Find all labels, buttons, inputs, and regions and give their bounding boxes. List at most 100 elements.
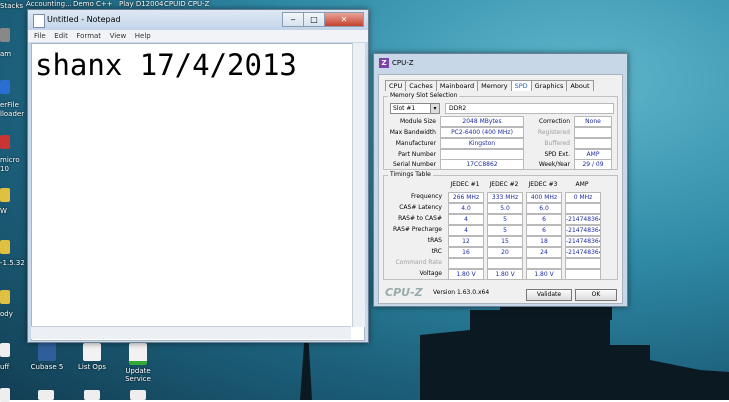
menu-help[interactable]: Help xyxy=(135,30,151,42)
app-icon[interactable] xyxy=(0,28,10,42)
timing-header: AMP xyxy=(575,181,589,188)
registered-value xyxy=(574,127,612,138)
cpuz-footer-logo: CPU-Z xyxy=(385,286,423,299)
timing-cell xyxy=(448,258,484,269)
folder-icon[interactable] xyxy=(0,188,10,202)
registered-label: Registered xyxy=(537,129,570,136)
left-label[interactable]: micro xyxy=(0,156,20,164)
timing-row-label: RAS# to CAS# xyxy=(398,215,442,222)
notepad-content[interactable]: shanx 17/4/2013 xyxy=(35,48,297,82)
timing-row-label: Voltage xyxy=(419,270,442,277)
cpuz-version: Version 1.63.0.x64 xyxy=(433,289,490,296)
left-label[interactable]: ody xyxy=(0,310,13,318)
timing-header: JEDEC #2 xyxy=(489,181,519,188)
timing-cell: 6.0 xyxy=(526,203,562,214)
file-icon[interactable] xyxy=(84,390,100,400)
buffered-value xyxy=(574,138,612,149)
slot-select-value: Slot #1 xyxy=(393,105,416,112)
notepad-window: Untitled - Notepad ‒ □ ✕ File Edit Format … xyxy=(27,9,369,343)
timing-cell: 4 xyxy=(448,214,484,225)
cpuz-logo-icon: Z xyxy=(379,58,389,68)
left-label[interactable]: am xyxy=(0,50,11,58)
left-label[interactable]: 10 xyxy=(0,165,9,173)
close-button[interactable]: ✕ xyxy=(324,12,364,27)
timing-cell: 18 xyxy=(526,236,562,247)
left-label[interactable]: uff xyxy=(0,363,9,371)
timings-table-group: Timings Table JEDEC #1 JEDEC #2 JEDEC #3… xyxy=(383,171,618,280)
tab-caches[interactable]: Caches xyxy=(405,80,437,91)
manufacturer-label: Manufacturer xyxy=(395,140,436,147)
timing-cell: 400 MHz xyxy=(526,192,562,203)
notepad-icon xyxy=(33,14,45,28)
menu-file[interactable]: File xyxy=(34,30,46,42)
max-bandwidth-label: Max Bandwidth xyxy=(389,129,436,136)
timing-row-label: RAS# Precharge xyxy=(393,226,442,233)
file-icon[interactable] xyxy=(130,390,146,400)
memory-type: DDR2 xyxy=(445,103,614,114)
correction-value: None xyxy=(574,116,612,127)
timing-cell: 4.0 xyxy=(448,203,484,214)
app-icon[interactable] xyxy=(0,80,10,94)
timing-cell xyxy=(565,269,601,280)
module-size-label: Module Size xyxy=(399,118,436,125)
menu-edit[interactable]: Edit xyxy=(54,30,68,42)
desktop-icon-list-ops[interactable]: List Ops xyxy=(70,343,114,371)
menu-view[interactable]: View xyxy=(110,30,127,42)
window-controls: ‒ □ ✕ xyxy=(282,12,364,27)
notepad-text-area[interactable]: shanx 17/4/2013 xyxy=(31,43,365,341)
timing-row-label: Frequency xyxy=(411,193,442,200)
group-title: Timings Table xyxy=(388,171,433,178)
vertical-scrollbar[interactable] xyxy=(352,43,365,327)
horizontal-scrollbar[interactable] xyxy=(31,326,351,339)
timing-cell: 0 MHz xyxy=(565,192,601,203)
timing-cell xyxy=(565,203,601,214)
file-icon[interactable] xyxy=(38,390,54,400)
folder-icon[interactable] xyxy=(0,290,10,304)
top-label-accounting[interactable]: Accounting... xyxy=(26,0,72,8)
timing-cell: 1.80 V xyxy=(448,269,484,280)
notepad-title-bar[interactable]: Untitled - Notepad ‒ □ ✕ xyxy=(28,10,368,30)
tab-mainboard[interactable]: Mainboard xyxy=(435,80,479,91)
desktop-icon-label: Update Service xyxy=(125,367,151,383)
folder-icon[interactable] xyxy=(0,240,10,254)
timing-cell: -2147483648 xyxy=(565,247,601,258)
timing-cell: 6 xyxy=(526,214,562,225)
minimize-button[interactable]: ‒ xyxy=(282,12,304,27)
chevron-down-icon: ▾ xyxy=(430,104,439,113)
timing-cell: 1.80 V xyxy=(487,269,523,280)
memory-slot-group: Memory Slot Selection Slot #1 ▾ DDR2 Mod… xyxy=(383,92,618,170)
left-label[interactable]: Stacks xyxy=(0,2,23,10)
timing-cell: 266 MHz xyxy=(448,192,484,203)
timing-row-label: CAS# Latency xyxy=(399,204,442,211)
left-label[interactable]: -1.5.32 xyxy=(0,259,25,267)
tab-memory[interactable]: Memory xyxy=(477,80,512,91)
serial-number-value: 17CC8862 xyxy=(440,159,524,170)
left-label[interactable]: erFile xyxy=(0,101,19,109)
desktop-icon-cubase[interactable]: Cubase 5 xyxy=(25,343,69,371)
top-label-play[interactable]: Play D12004 xyxy=(119,0,163,8)
top-label-cpuz[interactable]: CPUID CPU-Z xyxy=(164,0,209,8)
tab-spd[interactable]: SPD xyxy=(510,80,532,91)
left-label[interactable]: lloader xyxy=(0,110,24,118)
tab-cpu[interactable]: CPU xyxy=(385,80,407,91)
top-label-demo[interactable]: Demo C++ xyxy=(73,0,113,8)
cpuz-title-bar[interactable]: Z CPU-Z xyxy=(374,54,627,72)
slot-select[interactable]: Slot #1 ▾ xyxy=(390,103,440,114)
max-bandwidth-value: PC2-6400 (400 MHz) xyxy=(440,127,524,138)
app-icon[interactable] xyxy=(0,135,10,149)
left-label[interactable]: W xyxy=(0,207,7,215)
maximize-button[interactable]: □ xyxy=(303,12,325,27)
tab-about[interactable]: About xyxy=(566,80,594,91)
timing-cell: 4 xyxy=(448,225,484,236)
desktop-icon-update-service[interactable]: Update Service xyxy=(116,343,160,383)
tab-graphics[interactable]: Graphics xyxy=(530,80,568,91)
timing-cell xyxy=(487,258,523,269)
validate-button[interactable]: Validate xyxy=(526,289,572,301)
timing-cell: 16 xyxy=(448,247,484,258)
menu-format[interactable]: Format xyxy=(76,30,101,42)
file-icon[interactable] xyxy=(0,343,10,357)
week-year-label: Week/Year xyxy=(538,161,570,168)
timing-cell: 6 xyxy=(526,225,562,236)
buffered-label: Buffered xyxy=(544,140,570,147)
ok-button[interactable]: OK xyxy=(575,289,617,301)
